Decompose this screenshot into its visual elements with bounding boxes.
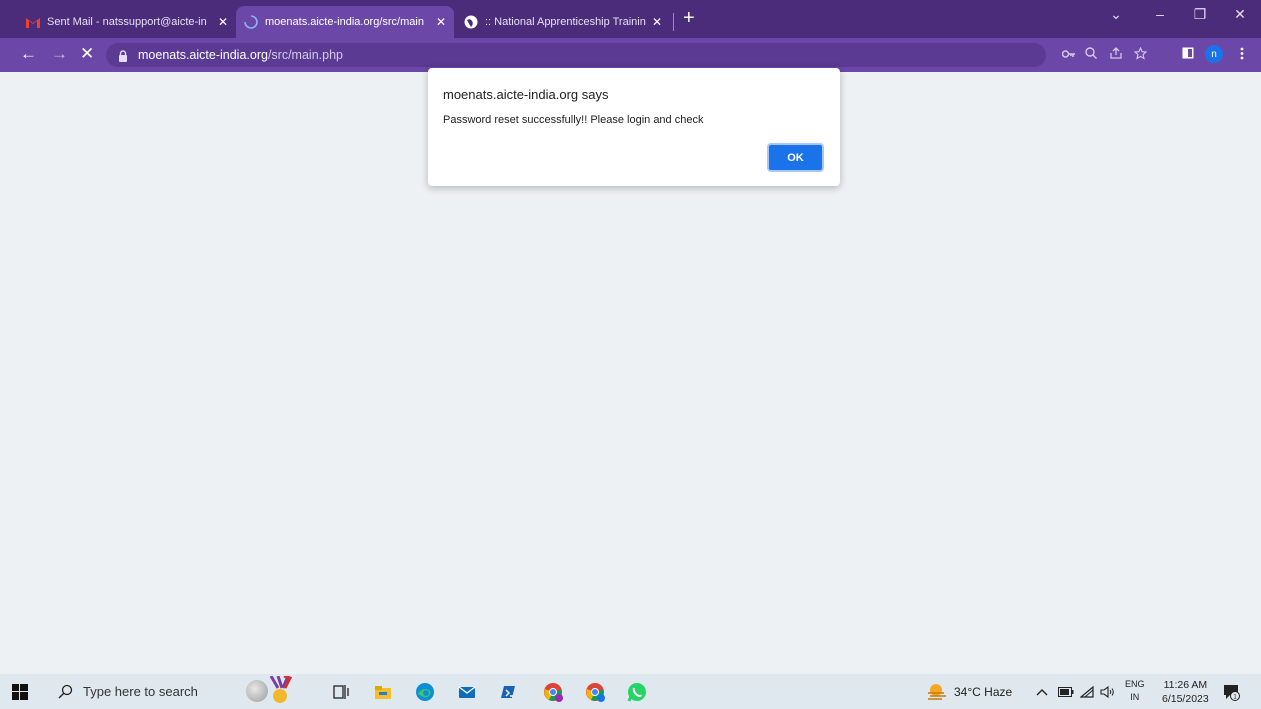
loading-spinner-icon <box>244 15 258 29</box>
tab-national-apprenticeship[interactable]: :: National Apprenticeship Trainin ✕ <box>456 6 670 38</box>
address-bar[interactable]: moenats.aicte-india.org/src/main.php <box>106 43 1046 67</box>
language-indicator[interactable]: ENG IN <box>1125 678 1145 704</box>
back-button[interactable]: ← <box>20 43 37 65</box>
dialog-title: moenats.aicte-india.org says <box>443 87 609 102</box>
show-hidden-icons-chevron-up-icon[interactable] <box>1036 674 1048 709</box>
new-tab-button[interactable]: + <box>683 8 695 28</box>
whatsapp-icon[interactable] <box>626 681 648 703</box>
close-window-button[interactable]: ✕ <box>1220 6 1260 23</box>
tab-title: :: National Apprenticeship Trainin <box>485 16 646 28</box>
url-path: /src/main.php <box>267 48 343 62</box>
zoom-icon[interactable] <box>1085 47 1097 62</box>
dialog-message: Password reset successfully!! Please log… <box>443 114 704 126</box>
tab-close-icon[interactable]: ✕ <box>652 15 662 29</box>
weather-text: 34°C Haze <box>954 684 1013 699</box>
side-panel-icon[interactable] <box>1182 47 1194 62</box>
taskbar-search[interactable]: Type here to search <box>48 674 233 709</box>
tab-strip: Sent Mail - natssupport@aicte-in ✕ moena… <box>0 0 1261 38</box>
forward-button[interactable]: → <box>51 43 68 65</box>
news-widget-icon[interactable] <box>246 680 268 702</box>
search-icon <box>58 684 73 699</box>
browser-toolbar: ← → ✕ moenats.aicte-india.org/src/main.p… <box>0 38 1261 72</box>
url-host: moenats.aicte-india.org <box>138 48 268 62</box>
password-key-icon[interactable] <box>1061 47 1076 62</box>
minimize-button[interactable]: – <box>1140 6 1180 22</box>
profile-avatar[interactable]: n <box>1205 45 1223 63</box>
weather-haze-icon <box>928 683 946 700</box>
restore-button[interactable]: ❐ <box>1180 6 1220 23</box>
system-clock[interactable]: 11:26 AM 6/15/2023 <box>1162 678 1209 706</box>
tab-close-icon[interactable]: ✕ <box>218 15 228 29</box>
globe-icon <box>464 15 478 29</box>
tab-close-icon[interactable]: ✕ <box>436 15 446 29</box>
ok-button[interactable]: OK <box>767 143 824 172</box>
tab-title: moenats.aicte-india.org/src/main <box>265 16 424 28</box>
stop-loading-button[interactable]: ✕ <box>80 43 94 65</box>
tab-main-php[interactable]: moenats.aicte-india.org/src/main ✕ <box>236 6 454 38</box>
tab-search-chevron-down-icon[interactable]: ⌄ <box>1096 6 1136 23</box>
wifi-icon[interactable] <box>1080 674 1094 709</box>
tab-title: Sent Mail - natssupport@aicte-in <box>47 16 207 28</box>
task-view-icon[interactable] <box>330 681 352 703</box>
quick-assist-icon[interactable] <box>498 681 520 703</box>
notification-center-icon[interactable]: 1 <box>1222 674 1240 709</box>
gmail-icon <box>26 15 40 29</box>
clock-date: 6/15/2023 <box>1162 693 1209 705</box>
region-code: IN <box>1130 692 1140 702</box>
chrome-profile-icon[interactable] <box>542 681 564 703</box>
edge-browser-icon[interactable] <box>414 681 436 703</box>
tab-sent-mail[interactable]: Sent Mail - natssupport@aicte-in ✕ <box>18 6 236 38</box>
language-code: ENG <box>1125 679 1145 689</box>
more-menu-icon[interactable] <box>1240 47 1244 63</box>
tab-separator <box>673 13 674 31</box>
medal-widget-icon[interactable] <box>268 674 294 704</box>
volume-icon[interactable] <box>1100 674 1116 709</box>
weather-widget[interactable]: 34°C Haze <box>926 674 1012 709</box>
clock-time: 11:26 AM <box>1163 679 1208 691</box>
lock-icon[interactable] <box>118 49 128 62</box>
share-icon[interactable] <box>1110 47 1123 62</box>
search-placeholder: Type here to search <box>83 684 198 699</box>
bookmark-star-icon[interactable] <box>1133 46 1148 63</box>
battery-icon[interactable] <box>1058 674 1074 709</box>
mail-app-icon[interactable] <box>456 681 478 703</box>
windows-taskbar: Type here to search 34°C Haze ENG IN 11:… <box>0 674 1261 709</box>
alert-dialog: moenats.aicte-india.org says Password re… <box>428 68 840 186</box>
windows-start-icon[interactable] <box>12 684 28 700</box>
file-explorer-icon[interactable] <box>372 681 394 703</box>
chrome-profile-icon-2[interactable] <box>584 681 606 703</box>
url-text: moenats.aicte-india.org/src/main.php <box>138 48 343 62</box>
